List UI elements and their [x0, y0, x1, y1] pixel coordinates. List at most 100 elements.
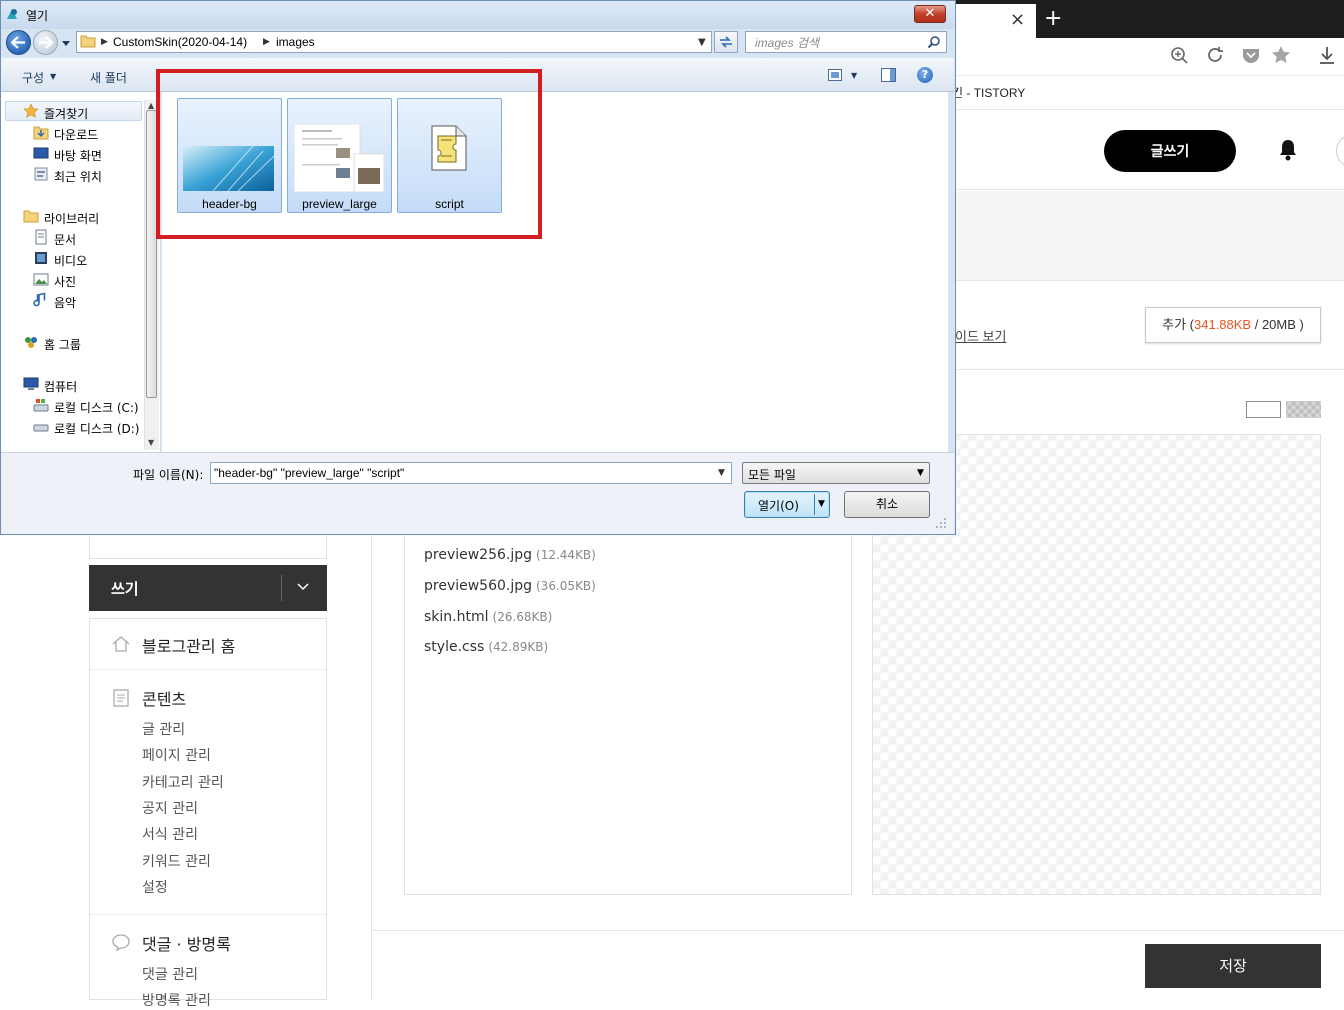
preview-bg-checker-toggle[interactable]: [1286, 401, 1321, 418]
change-view-icon[interactable]: [828, 69, 842, 81]
sidebar-item-keywords[interactable]: 키워드 관리: [142, 851, 211, 871]
recent-pages-dropdown-icon[interactable]: [61, 38, 71, 48]
back-arrow-icon: [11, 36, 25, 49]
organize-dropdown-icon[interactable]: ▼: [50, 72, 56, 81]
preview-bg-white-toggle[interactable]: [1246, 401, 1281, 418]
address-dropdown-icon[interactable]: ▼: [698, 37, 706, 48]
breadcrumb-customskin[interactable]: CustomSkin(2020-04-14): [113, 35, 247, 49]
file-list-item[interactable]: skin.html (26.68KB): [424, 609, 552, 625]
dialog-title-bar[interactable]: [1, 1, 954, 29]
search-icon[interactable]: [927, 35, 941, 49]
forward-arrow-icon: [39, 36, 53, 49]
file-size: (36.05KB): [536, 579, 596, 593]
preview-pane-icon[interactable]: [881, 68, 896, 82]
file-list-item[interactable]: preview560.jpg (36.05KB): [424, 578, 596, 594]
add-file-button[interactable]: 추가 (341.88KB / 20MB ): [1145, 307, 1321, 343]
tab-close-icon[interactable]: ×: [1010, 9, 1025, 30]
breadcrumb-images[interactable]: images: [276, 35, 315, 49]
new-folder-button[interactable]: 새 폴더: [90, 69, 127, 86]
sidebar-item-categories[interactable]: 카테고리 관리: [142, 772, 224, 792]
save-button[interactable]: 저장: [1145, 944, 1321, 988]
star-icon: [23, 103, 39, 118]
sidebar-item-pages[interactable]: 페이지 관리: [142, 745, 211, 765]
nav-item-computer[interactable]: 컴퓨터: [44, 378, 77, 395]
sidebar-item-comments[interactable]: 댓글 관리: [142, 964, 198, 984]
scroll-down-icon[interactable]: ▼: [148, 438, 154, 447]
zoom-icon[interactable]: [1168, 44, 1190, 66]
chevron-down-icon[interactable]: [296, 579, 310, 593]
divider: [814, 494, 815, 515]
computer-icon: [23, 377, 39, 390]
divider: [372, 930, 1344, 931]
help-icon[interactable]: ?: [917, 67, 933, 83]
file-name: skin.html: [424, 609, 489, 625]
sidebar-item-settings[interactable]: 설정: [142, 877, 168, 897]
recent-places-icon: [34, 167, 48, 181]
nav-item-pictures[interactable]: 사진: [54, 273, 76, 290]
file-size: (42.89KB): [488, 640, 549, 654]
videos-icon: [35, 252, 47, 264]
navigation-pane: [1, 92, 161, 452]
comment-icon: [112, 934, 130, 952]
nav-item-documents[interactable]: 문서: [54, 231, 76, 248]
sidebar-item-home[interactable]: 블로그관리 홈: [142, 633, 235, 657]
nav-item-videos[interactable]: 비디오: [54, 252, 87, 269]
organize-button[interactable]: 구성: [22, 69, 44, 86]
file-type-value: 모든 파일: [748, 468, 796, 482]
scroll-up-icon[interactable]: ▲: [148, 101, 154, 110]
drive-c-icon: [33, 399, 49, 412]
file-type-dropdown-icon[interactable]: ▼: [917, 468, 924, 478]
guide-link[interactable]: 이드 보기: [955, 326, 1006, 345]
view-dropdown-icon[interactable]: ▼: [851, 71, 857, 80]
file-list-item[interactable]: preview256.jpg (12.44KB): [424, 547, 596, 563]
app-icon: [7, 9, 17, 19]
sidebar-item-templates[interactable]: 서식 관리: [142, 824, 198, 844]
filename-dropdown-icon[interactable]: ▼: [718, 468, 725, 478]
divider: [281, 575, 282, 601]
nav-item-libraries[interactable]: 라이브러리: [44, 210, 99, 227]
file-size: (12.44KB): [536, 548, 596, 562]
music-icon: [33, 292, 46, 307]
nav-item-recent[interactable]: 최근 위치: [54, 168, 102, 185]
file-list-item[interactable]: style.css (42.89KB): [424, 639, 548, 655]
folder-icon: [80, 35, 96, 48]
sidebar-item-posts[interactable]: 글 관리: [142, 719, 185, 739]
new-tab-icon[interactable]: +: [1044, 6, 1062, 31]
file-size: (26.68KB): [492, 610, 553, 624]
bookmark-item[interactable]: 킨 - TISTORY: [952, 84, 1025, 101]
open-button-label: 열기(O): [758, 499, 799, 513]
home-icon: [112, 636, 130, 652]
nav-item-music[interactable]: 음악: [54, 294, 76, 311]
sidebar-section-comments[interactable]: 댓글 · 방명록: [142, 931, 231, 955]
resize-grip-icon[interactable]: [936, 518, 946, 528]
cancel-button[interactable]: 취소: [844, 491, 930, 518]
downloads-folder-icon: [33, 126, 49, 140]
breadcrumb-arrow-icon[interactable]: ▶: [263, 37, 270, 47]
nav-item-favorites[interactable]: 즐겨찾기: [44, 105, 88, 122]
nav-item-homegroup[interactable]: 홈 그룹: [44, 336, 81, 353]
drive-d-icon: [33, 424, 49, 432]
open-options-dropdown-icon[interactable]: ▼: [818, 499, 825, 509]
close-button[interactable]: ✕: [914, 5, 946, 23]
pictures-icon: [33, 273, 49, 286]
sidebar-item-notices[interactable]: 공지 관리: [142, 798, 198, 818]
reload-icon[interactable]: [1204, 44, 1226, 66]
nav-item-downloads[interactable]: 다운로드: [54, 126, 98, 143]
nav-item-drive-d[interactable]: 로컬 디스크 (D:): [54, 420, 139, 437]
nav-item-drive-c[interactable]: 로컬 디스크 (C:): [54, 399, 139, 416]
download-icon[interactable]: [1316, 44, 1338, 66]
refresh-icon: [720, 36, 732, 48]
desktop-icon: [33, 147, 49, 159]
pocket-icon[interactable]: [1240, 44, 1262, 66]
file-list: [404, 520, 852, 895]
storage-sep: /: [1251, 317, 1262, 332]
breadcrumb-arrow-icon[interactable]: ▶: [101, 37, 108, 47]
sidebar-item-guestbook[interactable]: 방명록 관리: [142, 990, 211, 1010]
sidebar-section-contents[interactable]: 콘텐츠: [142, 686, 186, 710]
search-placeholder: images 검색: [755, 36, 820, 50]
write-post-button[interactable]: 글쓰기: [1104, 130, 1236, 172]
nav-item-desktop[interactable]: 바탕 화면: [54, 147, 102, 164]
notification-bell-icon[interactable]: [1277, 138, 1299, 162]
divider: [371, 520, 372, 1000]
bookmark-star-icon[interactable]: [1270, 44, 1292, 66]
